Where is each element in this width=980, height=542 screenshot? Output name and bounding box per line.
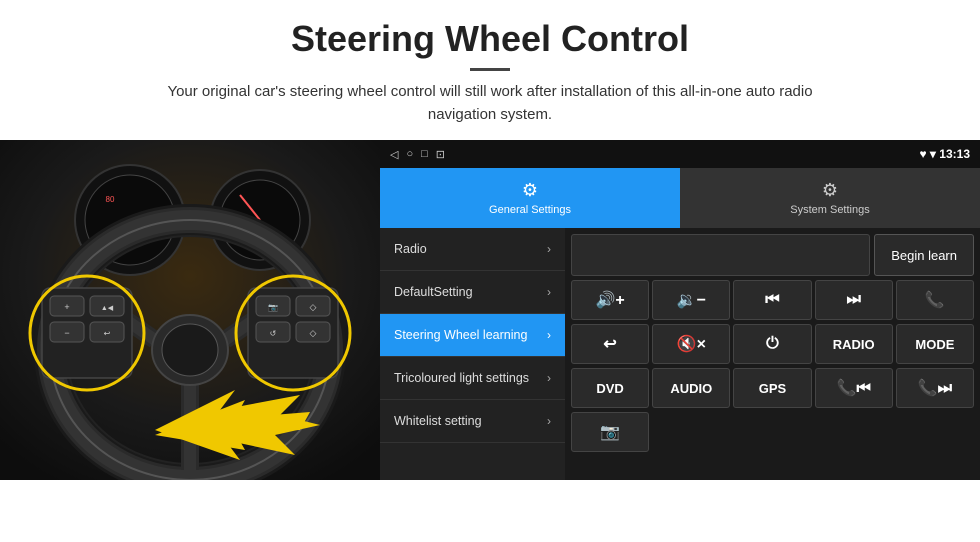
- android-ui: ◁ ○ □ ⊡ ♥ ▾ 13:13 ⚙ General Settings ⚙ S…: [380, 140, 980, 480]
- left-menu: Radio › DefaultSetting › Steering Wheel …: [380, 228, 565, 480]
- next-track-button[interactable]: ⏭: [815, 280, 893, 320]
- menu-item-default-setting[interactable]: DefaultSetting ›: [380, 271, 565, 314]
- volume-up-icon: 🔊+: [595, 290, 624, 310]
- prev-track-icon: ⏮: [765, 291, 779, 309]
- svg-text:+: +: [64, 302, 69, 312]
- menu-item-whitelist[interactable]: Whitelist setting ›: [380, 400, 565, 443]
- page-header: Steering Wheel Control Your original car…: [0, 0, 980, 140]
- svg-text:◇: ◇: [310, 328, 317, 338]
- dvd-button[interactable]: DVD: [571, 368, 649, 408]
- audio-button[interactable]: AUDIO: [652, 368, 730, 408]
- signal-icon: ♥ ▾: [919, 147, 939, 161]
- svg-text:↺: ↺: [270, 329, 277, 338]
- hang-up-button[interactable]: ↩: [571, 324, 649, 364]
- tab-bar: ⚙ General Settings ⚙ System Settings: [380, 168, 980, 228]
- chevron-right-icon: ›: [547, 242, 551, 256]
- tab-general-label: General Settings: [489, 204, 571, 216]
- page-title: Steering Wheel Control: [20, 18, 960, 60]
- menu-controls: Radio › DefaultSetting › Steering Wheel …: [380, 228, 980, 480]
- menu-item-radio[interactable]: Radio ›: [380, 228, 565, 271]
- clock: 13:13: [939, 147, 970, 161]
- hang-up-icon: ↩: [603, 334, 616, 354]
- page-subtitle: Your original car's steering wheel contr…: [150, 81, 830, 126]
- status-bar: ◁ ○ □ ⊡ ♥ ▾ 13:13: [380, 140, 980, 168]
- begin-learn-button[interactable]: Begin learn: [874, 234, 974, 276]
- svg-text:▲◀: ▲◀: [101, 305, 114, 312]
- control-row-2: ↩ 🔇× ⏻ RADIO MODE: [571, 324, 974, 364]
- camera-button[interactable]: 📷: [571, 412, 649, 452]
- camera-icon: 📷: [600, 422, 620, 442]
- phone-next-button[interactable]: 📞⏭: [896, 368, 974, 408]
- radio-button[interactable]: RADIO: [815, 324, 893, 364]
- phone-button[interactable]: 📞: [896, 280, 974, 320]
- next-track-icon: ⏭: [846, 291, 860, 309]
- chevron-right-icon: ›: [547, 414, 551, 428]
- tab-system-label: System Settings: [790, 204, 869, 216]
- power-icon: ⏻: [766, 335, 779, 353]
- chevron-right-icon: ›: [547, 328, 551, 342]
- svg-text:80: 80: [106, 195, 115, 204]
- svg-text:📷: 📷: [268, 303, 278, 312]
- menu-item-steering-wheel[interactable]: Steering Wheel learning ›: [380, 314, 565, 357]
- svg-text:−: −: [64, 328, 69, 338]
- general-settings-icon: ⚙: [522, 180, 538, 201]
- chevron-right-icon: ›: [547, 371, 551, 385]
- learn-input[interactable]: [571, 234, 870, 276]
- back-icon[interactable]: ◁: [390, 148, 398, 161]
- tab-general[interactable]: ⚙ General Settings: [380, 168, 680, 228]
- volume-down-button[interactable]: 🔉−: [652, 280, 730, 320]
- control-row-3: DVD AUDIO GPS 📞⏮ 📞⏭: [571, 368, 974, 408]
- volume-up-button[interactable]: 🔊+: [571, 280, 649, 320]
- control-row-4: 📷: [571, 412, 974, 452]
- mute-button[interactable]: 🔇×: [652, 324, 730, 364]
- phone-prev-button[interactable]: 📞⏮: [815, 368, 893, 408]
- phone-prev-icon: 📞⏮: [837, 378, 871, 398]
- phone-icon: 📞: [925, 290, 945, 310]
- gps-button[interactable]: GPS: [733, 368, 811, 408]
- car-image: 80 120 40: [0, 140, 380, 480]
- tab-system[interactable]: ⚙ System Settings: [680, 168, 980, 228]
- title-divider: [470, 68, 510, 71]
- controls-panel: Begin learn 🔊+ 🔉− ⏮ ⏭: [565, 228, 980, 480]
- mute-icon: 🔇×: [677, 334, 706, 354]
- home-icon[interactable]: ○: [406, 148, 413, 160]
- learn-row: Begin learn: [571, 234, 974, 276]
- phone-next-icon: 📞⏭: [918, 378, 952, 398]
- power-button[interactable]: ⏻: [733, 324, 811, 364]
- control-row-1: 🔊+ 🔉− ⏮ ⏭ 📞: [571, 280, 974, 320]
- main-content: 80 120 40: [0, 140, 980, 480]
- status-bar-info: ♥ ▾ 13:13: [919, 147, 970, 161]
- svg-text:◇: ◇: [310, 302, 317, 312]
- recents-icon[interactable]: □: [421, 148, 428, 160]
- menu-item-tricoloured[interactable]: Tricoloured light settings ›: [380, 357, 565, 400]
- svg-text:↩: ↩: [104, 329, 111, 338]
- mode-button[interactable]: MODE: [896, 324, 974, 364]
- system-settings-icon: ⚙: [822, 180, 838, 201]
- chevron-right-icon: ›: [547, 285, 551, 299]
- volume-down-icon: 🔉−: [677, 290, 706, 310]
- status-bar-nav: ◁ ○ □ ⊡: [390, 148, 445, 161]
- prev-track-button[interactable]: ⏮: [733, 280, 811, 320]
- menu-icon[interactable]: ⊡: [436, 148, 445, 161]
